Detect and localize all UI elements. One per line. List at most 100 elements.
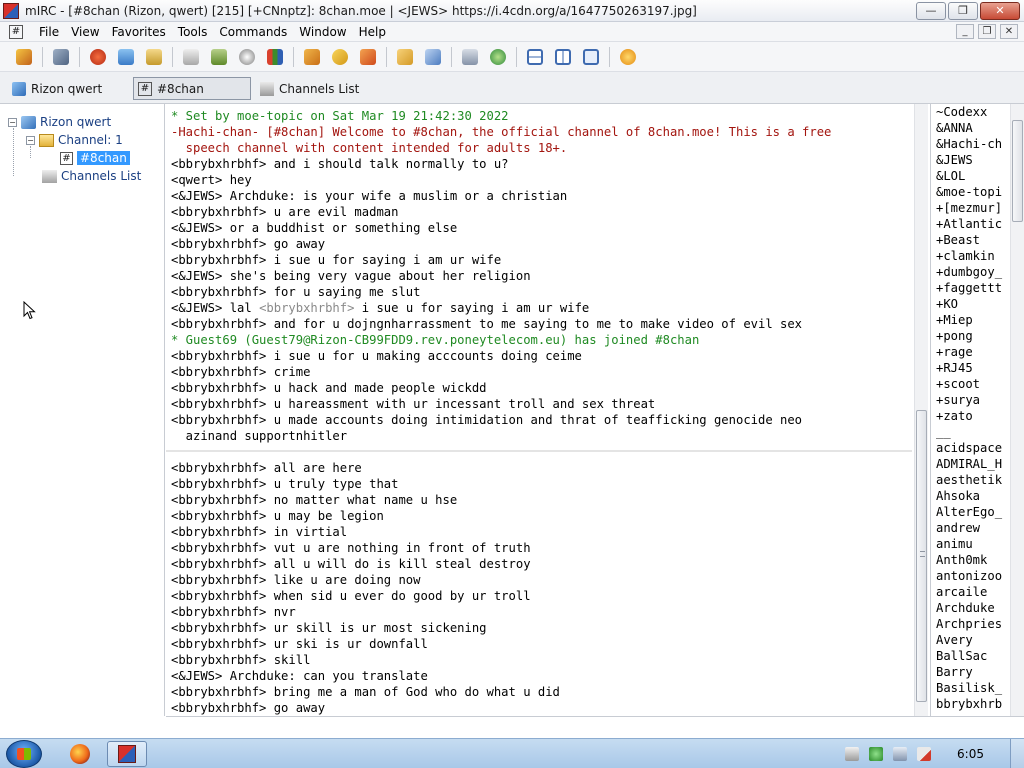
collapse-toggle-icon[interactable]: − xyxy=(26,135,35,145)
nick-item[interactable]: +faggettt xyxy=(936,280,1002,296)
nick-item[interactable]: Archpries xyxy=(936,616,1002,632)
tile-vertical-button[interactable] xyxy=(551,45,575,69)
nicklist-scrollbar[interactable] xyxy=(1010,104,1024,716)
taskbar-clock[interactable]: 6:05 xyxy=(957,747,984,761)
tree-network-rizon[interactable]: − Rizon qwert xyxy=(8,114,111,130)
connect-button[interactable] xyxy=(12,45,36,69)
nick-item[interactable]: &JEWS xyxy=(936,152,1002,168)
chat-button[interactable] xyxy=(328,45,352,69)
nick-item[interactable]: __ xyxy=(936,424,1002,440)
menu-window[interactable]: Window xyxy=(293,25,352,39)
tree-channel-8chan[interactable]: # #8chan xyxy=(60,150,130,166)
logs-button[interactable] xyxy=(421,45,445,69)
nick-item[interactable]: &ANNA xyxy=(936,120,1002,136)
nick-item[interactable]: +dumbgoy_ xyxy=(936,264,1002,280)
chat-window[interactable]: * Set by moe-topic on Sat Mar 19 21:42:3… xyxy=(166,104,914,716)
nick-item[interactable]: Barry xyxy=(936,664,1002,680)
nick-item[interactable]: AlterEgo_ xyxy=(936,504,1002,520)
close-button[interactable]: ✕ xyxy=(980,1,1020,20)
cascade-button[interactable] xyxy=(579,45,603,69)
chat-message: <bbrybxhrbhf> all u will do is kill stea… xyxy=(171,557,531,571)
message-input[interactable] xyxy=(166,716,1024,738)
switch-tab-8chan[interactable]: # #8chan xyxy=(133,77,251,100)
nick-item[interactable]: +[mezmur] xyxy=(936,200,1002,216)
channels-list-button[interactable] xyxy=(114,45,138,69)
menu-tools[interactable]: Tools xyxy=(172,25,214,39)
nick-item[interactable]: +Atlantic xyxy=(936,216,1002,232)
minimize-button[interactable]: — xyxy=(916,1,946,20)
nick-item[interactable]: +RJ45 xyxy=(936,360,1002,376)
chat-message: * Guest69 (Guest79@Rizon-CB99FDD9.rev.po… xyxy=(171,333,700,347)
tile-horizontal-button[interactable] xyxy=(523,45,547,69)
switch-tab-rizon-qwert[interactable]: Rizon qwert xyxy=(8,77,128,100)
switch-tab-channels-list[interactable]: Channels List xyxy=(256,77,366,100)
show-desktop-button[interactable] xyxy=(1010,739,1024,768)
nick-item[interactable]: +KO xyxy=(936,296,1002,312)
nick-item[interactable]: acidspace xyxy=(936,440,1002,456)
dcc-button[interactable] xyxy=(356,45,380,69)
nick-item[interactable]: +pong xyxy=(936,328,1002,344)
tree-channels-list[interactable]: Channels List xyxy=(42,168,141,184)
nick-item[interactable]: +clamkin xyxy=(936,248,1002,264)
mdi-restore-button[interactable]: ❐ xyxy=(978,24,996,39)
options-button[interactable] xyxy=(49,45,73,69)
mdi-minimize-button[interactable]: _ xyxy=(956,24,974,39)
taskbar-mirc[interactable] xyxy=(107,741,147,767)
timer-button[interactable] xyxy=(235,45,259,69)
network-icon[interactable] xyxy=(893,747,908,761)
nick-item[interactable]: antonizoo xyxy=(936,568,1002,584)
help-button[interactable] xyxy=(616,45,640,69)
menu-view[interactable]: View xyxy=(65,25,105,39)
notes-button[interactable] xyxy=(179,45,203,69)
nick-item[interactable]: aesthetik xyxy=(936,472,1002,488)
nick-item[interactable]: ADMIRAL_H xyxy=(936,456,1002,472)
menu-help[interactable]: Help xyxy=(353,25,392,39)
received-files-button[interactable] xyxy=(393,45,417,69)
nick-item[interactable]: Anth0mk xyxy=(936,552,1002,568)
chat-scrollbar[interactable] xyxy=(914,104,928,716)
tree-channel-folder[interactable]: − Channel: 1 xyxy=(26,132,123,148)
taskbar-firefox[interactable] xyxy=(60,741,100,767)
nick-item[interactable]: +rage xyxy=(936,344,1002,360)
volume-muted-icon[interactable] xyxy=(917,747,932,761)
online-button[interactable] xyxy=(486,45,510,69)
collapse-toggle-icon[interactable]: − xyxy=(8,117,17,127)
favorites-button[interactable] xyxy=(86,45,110,69)
nick-item[interactable]: Ahsoka xyxy=(936,488,1002,504)
mirc-app-icon[interactable] xyxy=(3,2,19,19)
mdi-close-button[interactable]: ✕ xyxy=(1000,24,1018,39)
menu-file[interactable]: File xyxy=(33,25,65,39)
nick-item[interactable]: &Hachi-ch xyxy=(936,136,1002,152)
nick-item[interactable]: +scoot xyxy=(936,376,1002,392)
colors-button[interactable] xyxy=(263,45,287,69)
nick-item[interactable]: Basilisk_ xyxy=(936,680,1002,696)
url-list-button[interactable] xyxy=(458,45,482,69)
nick-item[interactable]: +Miep xyxy=(936,312,1002,328)
nicklist-scrollbar-thumb[interactable] xyxy=(1012,120,1023,222)
nick-item[interactable]: &moe-topi xyxy=(936,184,1002,200)
nick-item[interactable]: andrew xyxy=(936,520,1002,536)
nick-item[interactable]: +Beast xyxy=(936,232,1002,248)
nick-item[interactable]: bbrybxhrb xyxy=(936,696,1002,712)
scripts-button[interactable] xyxy=(142,45,166,69)
nick-item[interactable]: BallSac xyxy=(936,648,1002,664)
action-center-icon[interactable] xyxy=(845,747,860,761)
nick-item[interactable]: +zato xyxy=(936,408,1002,424)
maximize-button[interactable]: ❐ xyxy=(948,1,978,20)
nick-item[interactable]: Archduke xyxy=(936,600,1002,616)
address-book-button[interactable] xyxy=(207,45,231,69)
start-button[interactable] xyxy=(6,740,42,768)
nick-list[interactable]: ~Codexx &ANNA &Hachi-ch &JEWS &LOL &moe-topi +… xyxy=(930,104,1010,716)
security-shield-icon[interactable] xyxy=(869,747,884,761)
nick-item[interactable]: Avery xyxy=(936,632,1002,648)
nick-item[interactable]: &LOL xyxy=(936,168,1002,184)
nick-item[interactable]: animu xyxy=(936,536,1002,552)
channel-window-icon[interactable]: # xyxy=(9,24,23,39)
chat-scrollbar-thumb[interactable] xyxy=(916,410,927,702)
nick-item[interactable]: ~Codexx xyxy=(936,104,1002,120)
nick-item[interactable]: arcaile xyxy=(936,584,1002,600)
send-file-button[interactable] xyxy=(300,45,324,69)
nick-item[interactable]: +surya xyxy=(936,392,1002,408)
menu-commands[interactable]: Commands xyxy=(213,25,293,39)
menu-favorites[interactable]: Favorites xyxy=(106,25,172,39)
